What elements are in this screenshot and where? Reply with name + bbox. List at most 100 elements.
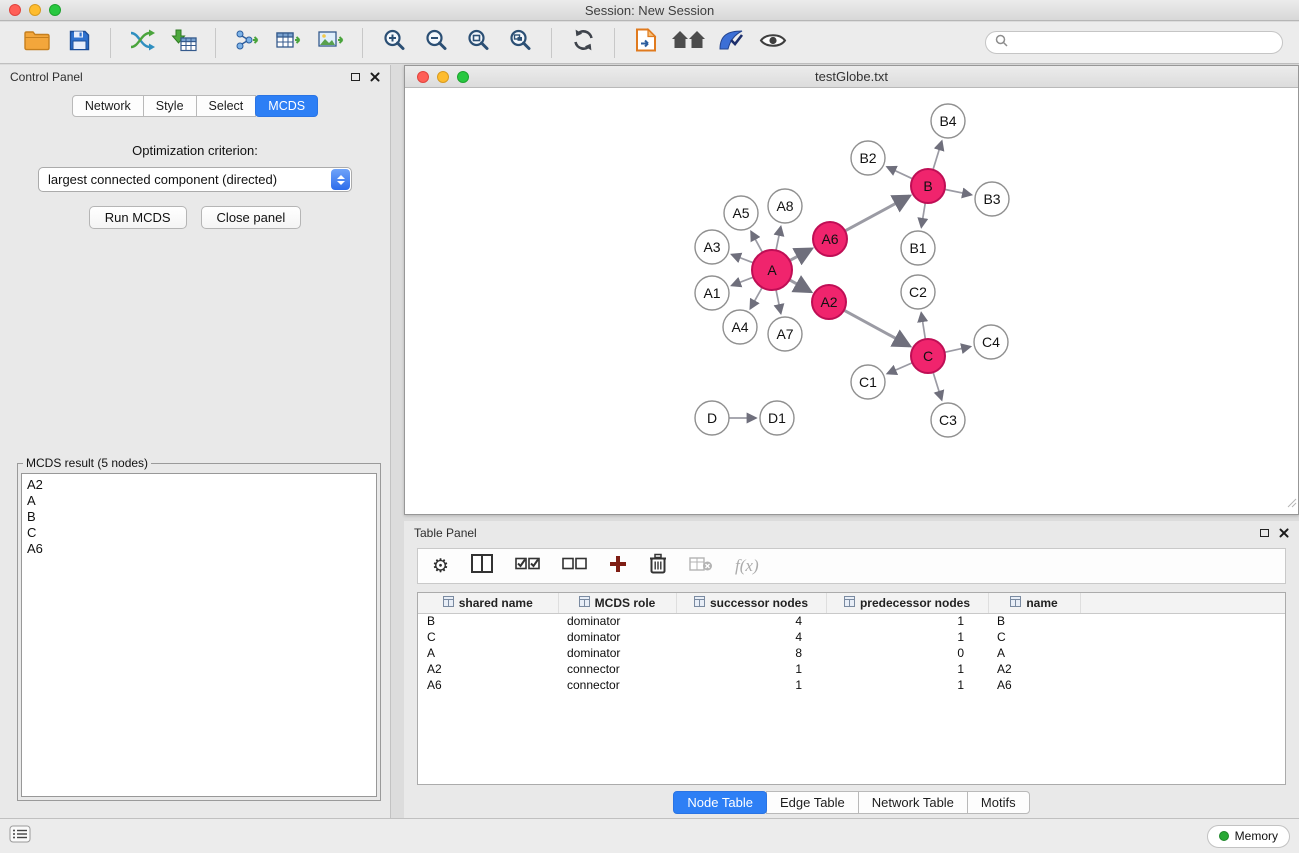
import-table-button[interactable] bbox=[167, 26, 201, 60]
split-column-button[interactable] bbox=[471, 551, 493, 581]
deselect-all-button[interactable] bbox=[562, 551, 587, 581]
open-session-button[interactable] bbox=[20, 26, 54, 60]
graph-node-A6[interactable]: A6 bbox=[813, 222, 847, 256]
graph-edge-B-B3[interactable] bbox=[945, 189, 972, 194]
select-all-button[interactable] bbox=[515, 551, 540, 581]
graph-edge-A-A2[interactable] bbox=[789, 280, 810, 292]
graph-node-D[interactable]: D bbox=[695, 401, 729, 435]
close-panel-button[interactable]: Close panel bbox=[201, 206, 302, 229]
graph-node-B3[interactable]: B3 bbox=[975, 182, 1009, 216]
cybrowser-home-button[interactable] bbox=[671, 26, 706, 60]
float-table-panel-icon[interactable] bbox=[1260, 529, 1269, 537]
fullscreen-window-button[interactable] bbox=[49, 4, 61, 16]
close-table-panel-icon[interactable] bbox=[1279, 528, 1289, 538]
graph-edge-B-B1[interactable] bbox=[921, 203, 925, 227]
zoom-network-button[interactable] bbox=[457, 71, 469, 83]
export-table-button[interactable] bbox=[272, 26, 306, 60]
run-mcds-button[interactable]: Run MCDS bbox=[89, 206, 187, 229]
column-header-predecessor-nodes[interactable]: predecessor nodes bbox=[826, 593, 988, 613]
graph-node-A3[interactable]: A3 bbox=[695, 230, 729, 264]
task-history-button[interactable] bbox=[9, 821, 31, 851]
mcds-result-list[interactable]: A2ABCA6 bbox=[21, 473, 377, 797]
minimize-network-button[interactable] bbox=[437, 71, 449, 83]
zoom-fit-button[interactable] bbox=[461, 26, 495, 60]
graph-node-A7[interactable]: A7 bbox=[768, 317, 802, 351]
graph-edge-A-A7[interactable] bbox=[776, 290, 781, 314]
table-row[interactable]: Adominator80A bbox=[418, 645, 1285, 661]
graph-edge-A-A8[interactable] bbox=[776, 227, 781, 251]
search-box[interactable] bbox=[985, 31, 1283, 54]
apply-preferred-layout-button[interactable] bbox=[566, 26, 600, 60]
show-hide-details-button[interactable] bbox=[756, 26, 790, 60]
show-graphics-details-button[interactable] bbox=[714, 26, 748, 60]
graph-node-A1[interactable]: A1 bbox=[695, 276, 729, 310]
zoom-out-button[interactable] bbox=[419, 26, 453, 60]
export-network-button[interactable] bbox=[230, 26, 264, 60]
graph-edge-C-C4[interactable] bbox=[945, 347, 971, 353]
save-session-button[interactable] bbox=[62, 26, 96, 60]
graph-edge-A-A3[interactable] bbox=[732, 255, 754, 263]
graph-edge-A-A4[interactable] bbox=[750, 287, 762, 308]
tab-motifs[interactable]: Motifs bbox=[967, 791, 1030, 814]
optimization-criterion-dropdown[interactable]: largest connected component (directed) bbox=[38, 167, 352, 192]
zoom-selected-button[interactable] bbox=[503, 26, 537, 60]
graph-node-A2[interactable]: A2 bbox=[812, 285, 846, 319]
graph-node-B1[interactable]: B1 bbox=[901, 231, 935, 265]
table-row[interactable]: A6connector11A6 bbox=[418, 677, 1285, 693]
graph-node-C1[interactable]: C1 bbox=[851, 365, 885, 399]
float-panel-icon[interactable] bbox=[351, 73, 360, 81]
export-image-button[interactable] bbox=[314, 26, 348, 60]
graph-edge-C-C3[interactable] bbox=[933, 372, 942, 400]
tab-node-table[interactable]: Node Table bbox=[673, 791, 767, 814]
graph-edge-A-A1[interactable] bbox=[732, 277, 754, 285]
close-window-button[interactable] bbox=[9, 4, 21, 16]
import-network-button[interactable] bbox=[125, 26, 159, 60]
graph-edge-A-A6[interactable] bbox=[790, 249, 812, 261]
list-item[interactable]: A2 bbox=[27, 477, 371, 493]
graph-node-C4[interactable]: C4 bbox=[974, 325, 1008, 359]
function-builder-button[interactable]: f(x) bbox=[735, 551, 759, 581]
graph-node-A8[interactable]: A8 bbox=[768, 189, 802, 223]
graph-node-B2[interactable]: B2 bbox=[851, 141, 885, 175]
list-item[interactable]: A6 bbox=[27, 541, 371, 557]
network-graph[interactable]: B4B2BB3A8A5A6A3B1AC2A1A2A4A7C4CC1C3DD1 bbox=[405, 88, 1298, 514]
list-item[interactable]: A bbox=[27, 493, 371, 509]
tab-network-table[interactable]: Network Table bbox=[858, 791, 968, 814]
graph-node-B4[interactable]: B4 bbox=[931, 104, 965, 138]
table-row[interactable]: Cdominator41C bbox=[418, 629, 1285, 645]
vertical-splitter[interactable] bbox=[392, 65, 404, 818]
close-panel-icon[interactable] bbox=[370, 72, 380, 82]
graph-node-A5[interactable]: A5 bbox=[724, 196, 758, 230]
graph-node-D1[interactable]: D1 bbox=[760, 401, 794, 435]
graph-edge-B-B2[interactable] bbox=[887, 167, 913, 179]
graph-node-A4[interactable]: A4 bbox=[723, 310, 757, 344]
graph-edge-A2-C[interactable] bbox=[844, 310, 910, 346]
resize-handle[interactable] bbox=[1285, 495, 1297, 513]
tab-network[interactable]: Network bbox=[72, 95, 144, 117]
list-item[interactable]: C bbox=[27, 525, 371, 541]
graph-edge-B-B4[interactable] bbox=[933, 141, 942, 170]
tab-mcds[interactable]: MCDS bbox=[255, 95, 318, 117]
zoom-in-button[interactable] bbox=[377, 26, 411, 60]
minimize-window-button[interactable] bbox=[29, 4, 41, 16]
table-row[interactable]: A2connector11A2 bbox=[418, 661, 1285, 677]
column-header-shared-name[interactable]: shared name bbox=[418, 593, 558, 613]
graph-edge-A6-B[interactable] bbox=[845, 196, 910, 231]
delete-column-button[interactable] bbox=[649, 551, 667, 581]
table-row[interactable]: Bdominator41B bbox=[418, 613, 1285, 629]
close-network-button[interactable] bbox=[417, 71, 429, 83]
first-neighbors-button[interactable] bbox=[629, 26, 663, 60]
search-input[interactable] bbox=[1014, 36, 1273, 50]
tab-style[interactable]: Style bbox=[143, 95, 197, 117]
memory-button[interactable]: Memory bbox=[1207, 825, 1290, 848]
tab-select[interactable]: Select bbox=[196, 95, 257, 117]
table-settings-button[interactable]: ⚙ bbox=[432, 551, 449, 581]
graph-node-C[interactable]: C bbox=[911, 339, 945, 373]
graph-node-A[interactable]: A bbox=[752, 250, 792, 290]
graph-node-C2[interactable]: C2 bbox=[901, 275, 935, 309]
add-column-button[interactable] bbox=[609, 551, 627, 581]
delete-table-button[interactable] bbox=[689, 551, 713, 581]
graph-edge-C-C2[interactable] bbox=[921, 313, 925, 339]
column-header-successor-nodes[interactable]: successor nodes bbox=[676, 593, 826, 613]
graph-node-B[interactable]: B bbox=[911, 169, 945, 203]
